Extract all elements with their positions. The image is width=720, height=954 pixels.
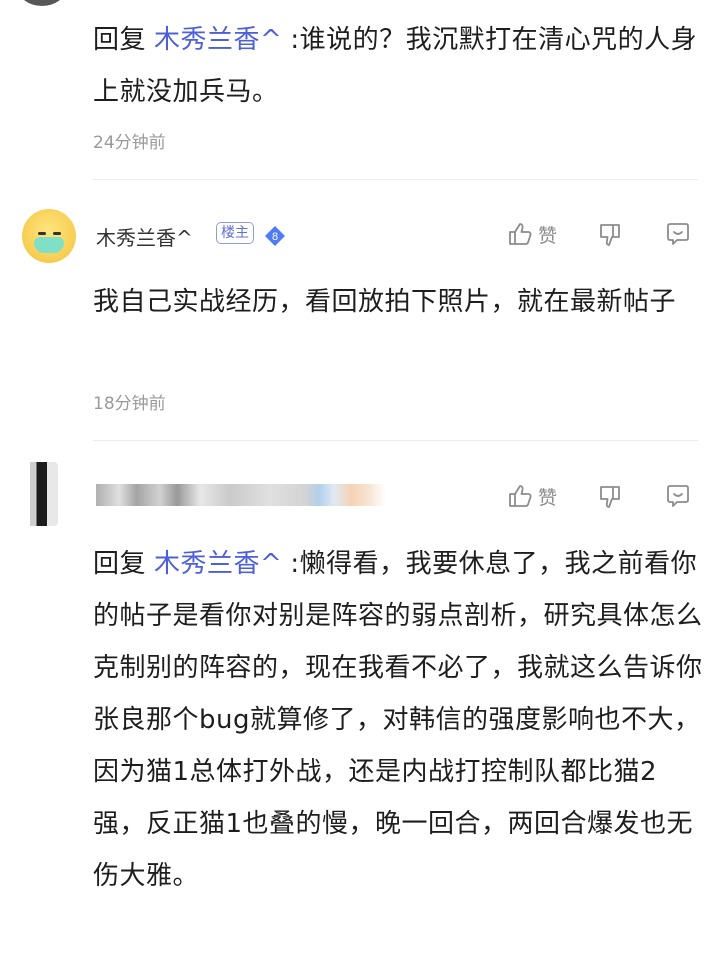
- divider: [93, 179, 698, 180]
- thumbs-up-icon: [509, 485, 532, 507]
- mention-link[interactable]: 木秀兰香^: [154, 549, 282, 579]
- avatar[interactable]: [22, 209, 76, 263]
- mention-link[interactable]: 木秀兰香^: [154, 25, 282, 55]
- reply-prefix: 回复: [93, 25, 147, 55]
- like-label: 赞: [538, 486, 558, 509]
- owner-badge: 楼主: [216, 222, 254, 244]
- like-button[interactable]: 赞: [506, 220, 557, 248]
- reply-button[interactable]: [664, 482, 692, 510]
- reply-button[interactable]: [664, 220, 692, 248]
- level-badge: 8: [264, 225, 286, 247]
- diamond-icon: 8: [265, 226, 285, 246]
- avatar[interactable]: [18, 0, 66, 6]
- username[interactable]: 木秀兰香^: [96, 222, 193, 251]
- dislike-button[interactable]: [596, 221, 624, 249]
- comment-time: 18分钟前: [93, 394, 166, 414]
- comment-body: :懒得看，我要休息了，我之前看你的帖子是看你对别是阵容的弱点剖析，研究具体怎么克…: [93, 549, 703, 891]
- username[interactable]: [96, 484, 386, 506]
- comment-text: 我自己实战经历，看回放拍下照片，就在最新帖子: [93, 287, 677, 317]
- dislike-button[interactable]: [596, 483, 624, 511]
- divider: [93, 440, 698, 441]
- like-button[interactable]: 赞: [506, 482, 557, 510]
- thumbs-up-icon: [509, 223, 532, 245]
- comment-time: 24分钟前: [93, 133, 166, 153]
- like-label: 赞: [538, 224, 558, 247]
- comment-text: 回复 木秀兰香^:懒得看，我要休息了，我之前看你的帖子是看你对别是阵容的弱点剖析，…: [93, 538, 703, 902]
- thumbs-down-icon: [600, 224, 620, 246]
- thumbs-down-icon: [600, 486, 620, 508]
- chat-bubble-icon: [667, 485, 689, 507]
- svg-text:8: 8: [272, 231, 278, 243]
- chat-bubble-icon: [667, 223, 689, 245]
- reply-prefix: 回复: [93, 549, 147, 579]
- avatar[interactable]: [22, 462, 58, 526]
- comment-text: 回复 木秀兰香^:谁说的？我沉默打在清心咒的人身上就没加兵马。: [93, 14, 703, 118]
